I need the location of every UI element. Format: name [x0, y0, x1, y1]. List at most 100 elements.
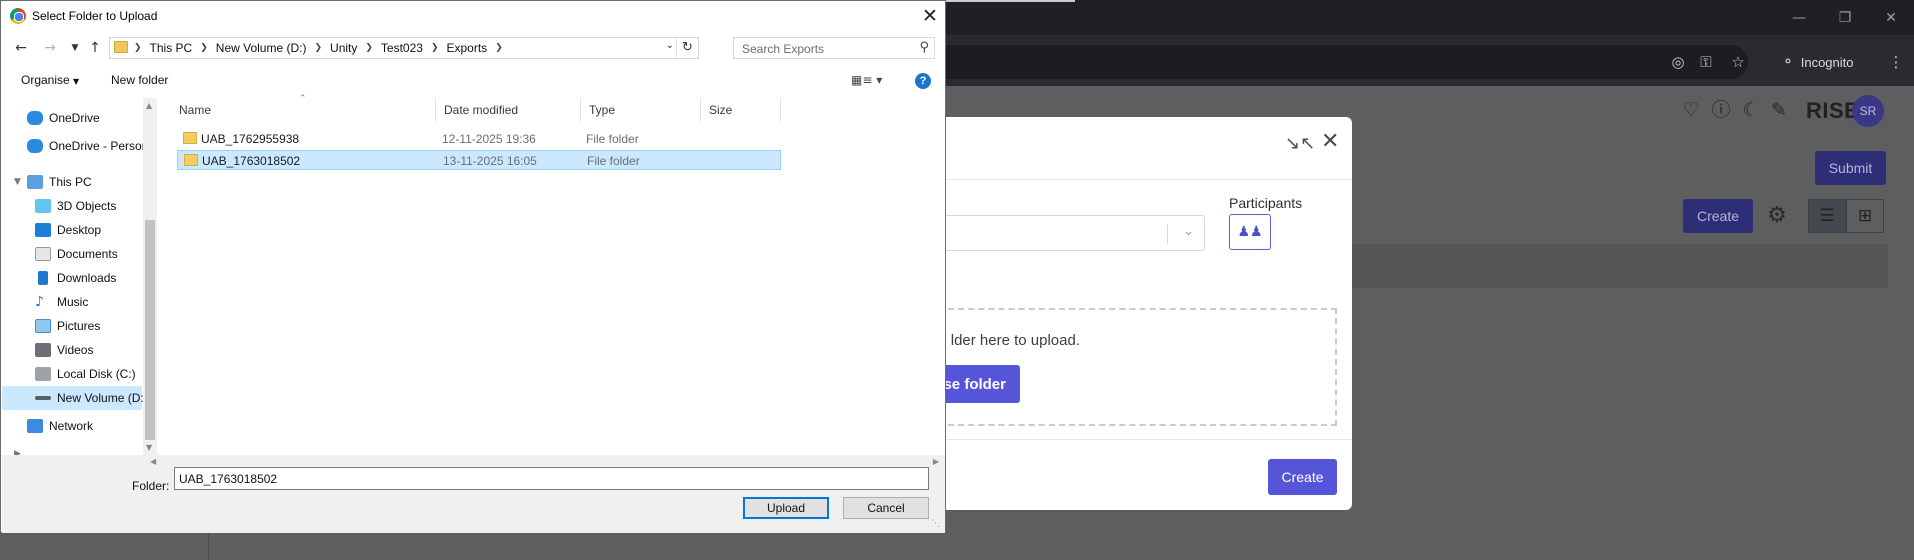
table-row-selected[interactable]: UAB_1763018502 13-11-2025 16:05 File fol…	[177, 150, 781, 170]
sidebar-item-local-disk[interactable]: Local Disk (C:)	[2, 362, 142, 386]
network-icon	[27, 419, 43, 433]
bookmark-star-icon[interactable]: ☆	[1728, 52, 1748, 72]
sidebar-item-label: This PC	[49, 175, 92, 189]
breadcrumb-bar[interactable]: ❯ This PC ❯ New Volume (D:) ❯ Unity ❯ Te…	[109, 37, 699, 59]
sidebar-item-3d-objects[interactable]: 3D Objects	[2, 194, 142, 218]
file-name: UAB_1762955938	[201, 132, 300, 146]
sidebar-item-pictures[interactable]: Pictures	[2, 314, 142, 338]
sidebar-item-label: 3D Objects	[57, 199, 117, 213]
breadcrumb-unity[interactable]: Unity	[330, 41, 357, 55]
sidebar-item-this-pc[interactable]: This PC	[2, 170, 142, 194]
pictures-icon	[35, 319, 51, 333]
sidebar-item-label: Desktop	[57, 223, 102, 237]
scroll-right-icon[interactable]: ▶	[933, 457, 939, 466]
minimize-icon[interactable]: —	[1789, 8, 1809, 28]
help-icon[interactable]: ?	[915, 73, 931, 89]
onedrive-icon	[27, 111, 43, 125]
forward-arrow-icon[interactable]: →	[41, 39, 59, 57]
scrollbar-thumb[interactable]	[145, 220, 155, 440]
computer-icon	[27, 175, 43, 189]
gear-icon[interactable]: ⚙	[1765, 204, 1789, 228]
participants-button[interactable]: ♟♟	[1229, 214, 1271, 250]
column-header-type[interactable]: Type	[581, 98, 701, 122]
submit-button[interactable]: Submit	[1815, 151, 1886, 185]
close-modal-icon[interactable]: ✕	[1321, 129, 1339, 154]
sidebar-item-onedrive[interactable]: OneDrive	[2, 106, 142, 130]
incognito-indicator[interactable]: ⚬ Incognito	[1772, 46, 1884, 78]
music-icon: ♪	[35, 294, 44, 310]
incognito-icon: ⚬	[1782, 54, 1794, 70]
downloads-icon	[38, 271, 48, 285]
column-header-date-modified[interactable]: Date modified	[436, 98, 581, 122]
scroll-left-icon[interactable]: ◀	[150, 457, 156, 466]
breadcrumb-test023[interactable]: Test023	[381, 41, 423, 55]
choose-folder-button[interactable]: se folder	[940, 365, 1020, 403]
sidebar-item-label: OneDrive	[49, 111, 100, 125]
key-icon[interactable]: ⚿	[1696, 52, 1716, 72]
address-dropdown-icon[interactable]: ⌄	[666, 40, 674, 51]
desktop-icon	[35, 223, 51, 237]
resize-grip-icon[interactable]: ⋱	[931, 519, 940, 529]
table-row[interactable]: UAB_1762955938 12-11-2025 19:36 File fol…	[177, 129, 781, 149]
sidebar-item-new-volume[interactable]: New Volume (D:	[2, 386, 144, 410]
sidebar-item-onedrive-personal[interactable]: OneDrive - Person	[2, 134, 148, 158]
organise-button[interactable]: Organise ▼	[21, 73, 79, 87]
eye-slash-icon[interactable]: ◎	[1668, 52, 1688, 72]
avatar[interactable]: SR	[1852, 95, 1884, 127]
command-bar: Organise ▼ New folder ▦≡ ▾ ?	[1, 65, 945, 95]
restore-icon[interactable]: ❐	[1835, 8, 1855, 28]
cancel-button[interactable]: Cancel	[843, 497, 929, 519]
create-button[interactable]: Create	[1683, 199, 1753, 233]
breadcrumb-exports[interactable]: Exports	[447, 41, 488, 55]
breadcrumb-this-pc[interactable]: This PC	[150, 41, 193, 55]
more-menu-icon[interactable]: ⋮	[1886, 52, 1906, 72]
refresh-icon[interactable]: ↻	[676, 38, 698, 58]
incognito-label: Incognito	[1800, 54, 1854, 70]
close-icon[interactable]: ✕	[919, 5, 941, 27]
upload-button[interactable]: Upload	[743, 497, 829, 519]
folder-icon	[114, 41, 128, 53]
breadcrumb-chevron-icon[interactable]: ❯	[431, 43, 439, 53]
column-header-name[interactable]: Name	[171, 98, 436, 122]
breadcrumb-chevron-icon[interactable]: ❯	[365, 43, 373, 53]
help-circle-icon[interactable]: ⓘ	[1709, 98, 1733, 122]
grid-view-icon[interactable]: ⊞	[1846, 199, 1884, 233]
column-header-size[interactable]: Size	[701, 98, 781, 122]
organise-label: Organise	[21, 73, 70, 87]
collapse-icon[interactable]: ↘↖	[1285, 133, 1315, 154]
sidebar-item-network[interactable]: Network	[2, 414, 142, 438]
close-window-icon[interactable]: ✕	[1881, 8, 1901, 28]
change-view-icon[interactable]: ▦≡ ▾	[851, 73, 882, 87]
sidebar-item-documents[interactable]: Documents	[2, 242, 142, 266]
new-folder-button[interactable]: New folder	[111, 73, 168, 87]
folder-name-input[interactable]	[174, 467, 929, 490]
list-view-icon[interactable]: ☰	[1808, 199, 1846, 233]
dropzone-text: lder here to upload.	[950, 332, 1080, 349]
chevron-down-icon: ⌄	[1183, 224, 1194, 239]
moon-icon[interactable]: ☾	[1739, 98, 1763, 122]
navigation-scrollbar[interactable]: ▲ ▼	[143, 98, 157, 455]
back-arrow-icon[interactable]: ←	[12, 39, 30, 57]
scroll-down-icon[interactable]: ▼	[146, 443, 152, 452]
scroll-up-icon[interactable]: ▲	[146, 101, 152, 110]
modal-select[interactable]: ⌄	[940, 215, 1205, 251]
sidebar-item-desktop[interactable]: Desktop	[2, 218, 142, 242]
sidebar-item-music[interactable]: ♪ Music	[2, 290, 142, 314]
modal-create-button[interactable]: Create	[1268, 459, 1337, 495]
dialog-title: Select Folder to Upload	[32, 9, 158, 23]
recent-locations-chevron-icon[interactable]: ▼	[66, 39, 84, 57]
up-arrow-icon[interactable]: ↑	[86, 39, 104, 57]
search-input[interactable]: Search Exports ⚲	[733, 37, 935, 59]
sidebar-item-label: Documents	[57, 247, 118, 261]
breadcrumb-new-volume[interactable]: New Volume (D:)	[216, 41, 307, 55]
sidebar-item-label: Pictures	[57, 319, 101, 333]
sidebar-item-downloads[interactable]: Downloads	[2, 266, 142, 290]
pencil-icon[interactable]: ✎	[1767, 98, 1791, 122]
breadcrumb-chevron-icon[interactable]: ❯	[200, 43, 208, 53]
breadcrumb-chevron-icon[interactable]: ❯	[314, 43, 322, 53]
bell-icon[interactable]: ♡	[1679, 98, 1703, 122]
sidebar-item-videos[interactable]: Videos	[2, 338, 142, 362]
drive-icon	[35, 396, 51, 400]
breadcrumb-chevron-icon[interactable]: ❯	[495, 43, 503, 53]
sidebar-item-label: Downloads	[57, 271, 117, 285]
